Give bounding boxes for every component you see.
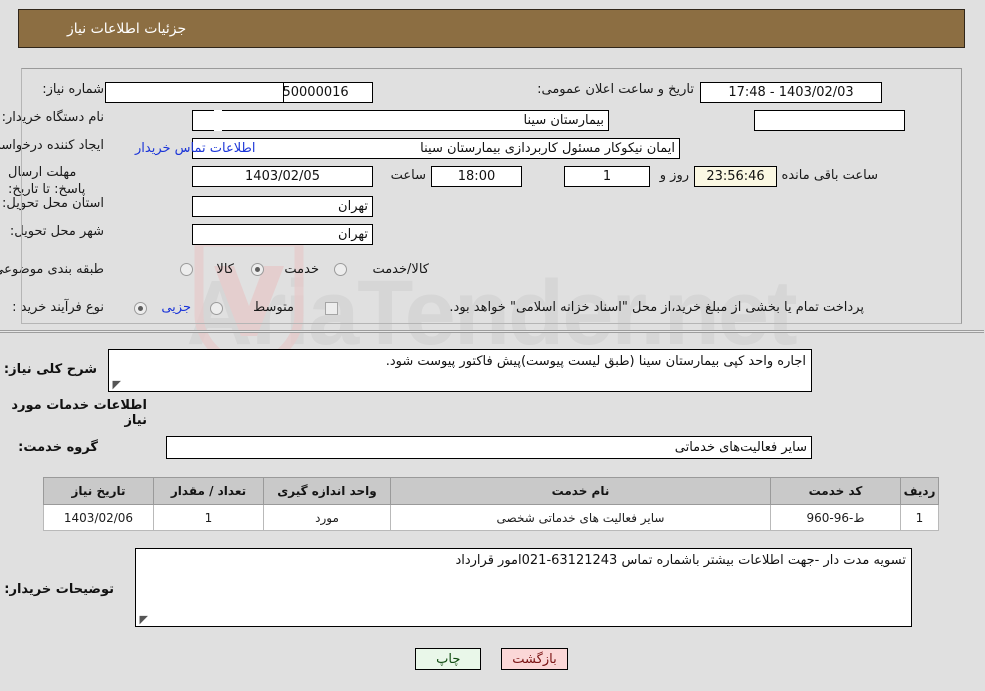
section-divider — [0, 330, 985, 333]
col-date: تاریخ نیاز — [44, 477, 155, 505]
services-table: ردیف کد خدمت نام خدمت واحد اندازه گیری ت… — [44, 477, 940, 531]
services-section-title: اطلاعات خدمات مورد نیاز — [12, 398, 148, 428]
table-header-row: ردیف کد خدمت نام خدمت واحد اندازه گیری ت… — [44, 477, 940, 505]
col-qty: تعداد / مقدار — [154, 477, 265, 505]
back-button[interactable]: بازگشت — [502, 648, 569, 670]
buyer-notes-textarea[interactable]: تسویه مدت دار -جهت اطلاعات بیشتر باشماره… — [136, 548, 913, 627]
cell-name: سایر فعالیت های خدماتی شخصی — [391, 504, 772, 531]
col-row: ردیف — [901, 477, 940, 505]
service-group-value: سایر فعالیت‌های خدماتی — [167, 436, 813, 459]
cell-code: ط-96-960 — [771, 504, 902, 531]
col-code: کد خدمت — [771, 477, 902, 505]
cell-date: 1403/02/06 — [44, 504, 155, 531]
buyer-notes-text: تسویه مدت دار -جهت اطلاعات بیشتر باشماره… — [456, 553, 907, 568]
cell-row: 1 — [901, 504, 940, 531]
resize-grip-icon[interactable]: ◤ — [112, 379, 122, 390]
window-titlebar: جزئیات اطلاعات نیاز — [19, 9, 966, 48]
col-unit: واحد اندازه گیری — [264, 477, 392, 505]
buyer-notes-label: توضیحات خریدار: — [5, 582, 115, 597]
page-title: جزئیات اطلاعات نیاز — [68, 20, 188, 37]
cell-unit: مورد — [264, 504, 392, 531]
service-group-text: سایر فعالیت‌های خدماتی — [675, 440, 808, 455]
service-group-label: گروه خدمت: — [19, 440, 99, 455]
table-row[interactable]: 1 ط-96-960 سایر فعالیت های خدماتی شخصی م… — [44, 504, 940, 531]
services-table-wrap: ردیف کد خدمت نام خدمت واحد اندازه گیری ت… — [44, 477, 940, 531]
general-desc-textarea[interactable]: اجاره واحد کپی بیمارستان سینا (طبق لیست … — [109, 349, 813, 392]
general-desc-text: اجاره واحد کپی بیمارستان سینا (طبق لیست … — [386, 354, 807, 369]
action-button-row: بازگشت چاپ — [0, 648, 985, 670]
need-info-panel — [22, 68, 963, 324]
page-root: AriaTender.net جزئیات اطلاعات نیاز شماره… — [0, 0, 985, 691]
col-name: نام خدمت — [391, 477, 772, 505]
cell-qty: 1 — [154, 504, 265, 531]
print-button[interactable]: چاپ — [416, 648, 483, 670]
resize-grip-icon-notes[interactable]: ◤ — [139, 614, 149, 625]
general-desc-label: شرح کلی نیاز: — [4, 362, 98, 377]
